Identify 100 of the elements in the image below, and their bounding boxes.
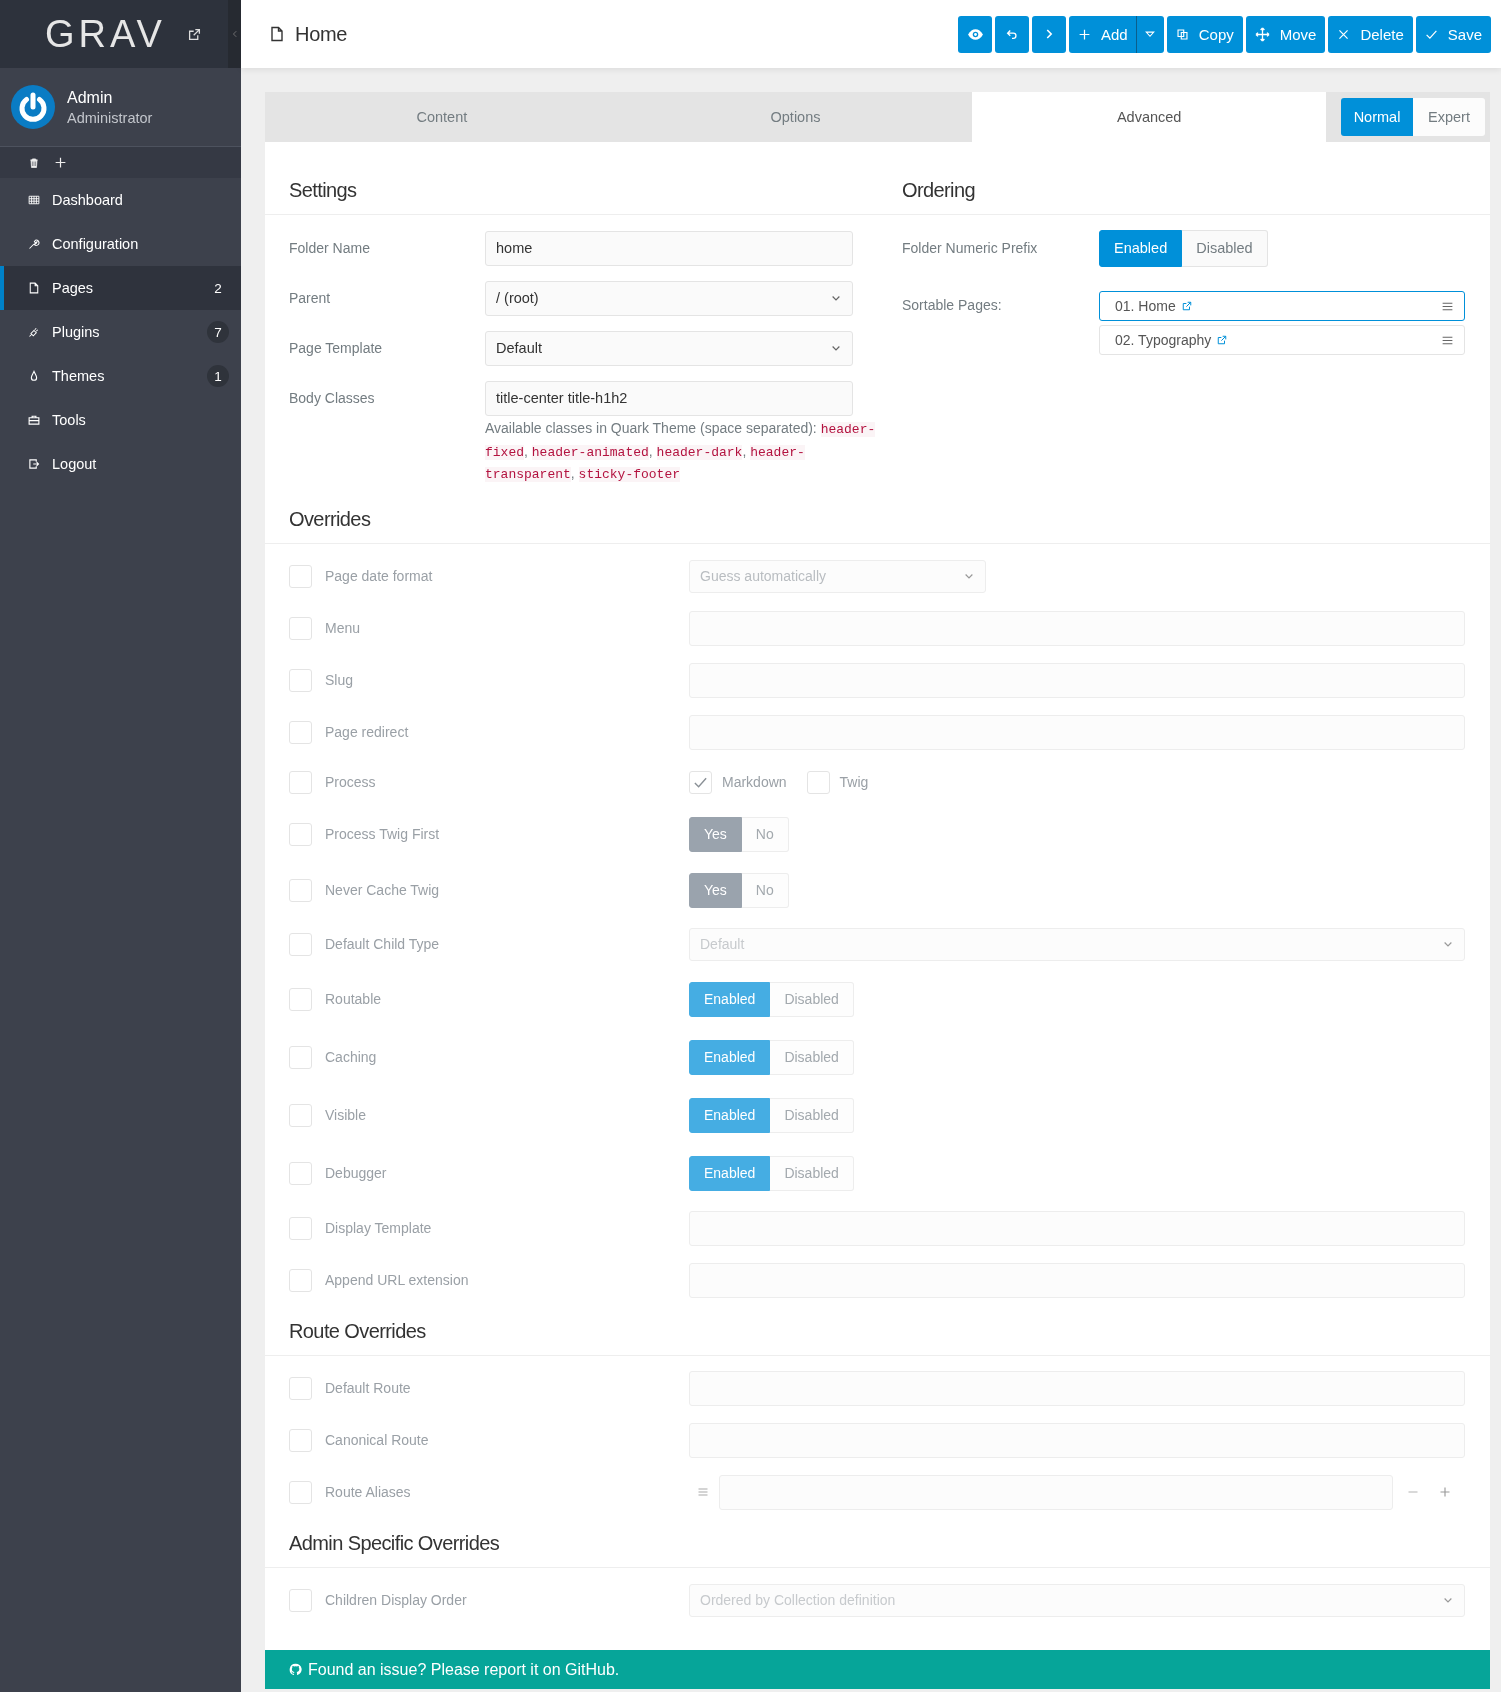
- count-badge: 7: [207, 321, 229, 343]
- toggle-option[interactable]: Enabled: [689, 1155, 771, 1191]
- field-label: Routable: [325, 991, 383, 1007]
- toggle-option[interactable]: Disabled: [1182, 229, 1268, 267]
- text-field[interactable]: title-center title-h1h2: [485, 380, 853, 416]
- tab[interactable]: Content: [265, 92, 619, 142]
- toggle-option[interactable]: Yes: [689, 872, 742, 908]
- checkbox[interactable]: [289, 1216, 312, 1240]
- field-label: Default Child Type: [325, 936, 441, 952]
- move-button[interactable]: Move: [1245, 15, 1326, 53]
- trash-button[interactable]: [28, 156, 40, 169]
- toggle-option[interactable]: Enabled: [1099, 229, 1183, 267]
- copy-icon: [1175, 27, 1189, 41]
- field-label: Folder Name: [289, 240, 371, 256]
- next-button[interactable]: [1032, 15, 1066, 53]
- save-button[interactable]: Save: [1415, 15, 1491, 53]
- toggle-option[interactable]: No: [741, 872, 789, 908]
- text-field[interactable]: home: [485, 230, 853, 266]
- checkbox[interactable]: [289, 1268, 312, 1292]
- nav-item[interactable]: Pages 2: [0, 266, 241, 310]
- section-heading: Settings: [289, 178, 357, 202]
- tab[interactable]: Advanced: [972, 92, 1326, 142]
- select-field[interactable]: Guess automatically: [689, 559, 986, 593]
- field-label: Page redirect: [325, 724, 410, 740]
- checkbox[interactable]: [289, 1588, 312, 1612]
- toggle-option[interactable]: Enabled: [689, 1097, 771, 1133]
- nav-item[interactable]: Dashboard: [0, 178, 241, 222]
- field-label: Page date format: [325, 568, 434, 584]
- toggle-option[interactable]: Enabled: [689, 1039, 771, 1075]
- checkbox[interactable]: [289, 1045, 312, 1069]
- field-label: Debugger: [325, 1165, 388, 1181]
- page-title: Home: [295, 22, 349, 46]
- drop-icon: [28, 370, 40, 382]
- close-icon: [1337, 27, 1351, 41]
- nav-item[interactable]: Tools: [0, 398, 241, 442]
- count-badge: 1: [207, 365, 229, 387]
- undo-icon: [1005, 27, 1019, 41]
- plug-icon: [28, 326, 40, 338]
- mode-toggle[interactable]: Normal: [1341, 98, 1413, 136]
- select-field[interactable]: Default: [485, 330, 853, 366]
- caret-icon: [1144, 28, 1157, 40]
- logout-icon: [28, 458, 40, 470]
- nav-item[interactable]: Plugins 7: [0, 310, 241, 354]
- nav-item[interactable]: Themes 1: [0, 354, 241, 398]
- field-label: Visible: [325, 1107, 367, 1123]
- nav-item[interactable]: Configuration: [0, 222, 241, 266]
- move-icon: [1254, 26, 1270, 42]
- toggle-option[interactable]: Disabled: [770, 1039, 854, 1075]
- checkbox[interactable]: [289, 1428, 312, 1452]
- checkbox[interactable]: [289, 1161, 312, 1185]
- field-label: Folder Numeric Prefix: [902, 240, 1039, 256]
- toggle-option[interactable]: No: [741, 816, 789, 852]
- field-label: Display Template: [325, 1220, 433, 1236]
- dropdown-button[interactable]: [1135, 15, 1164, 53]
- preview-button[interactable]: [958, 15, 992, 53]
- field-label: Page Template: [289, 340, 384, 356]
- collapse-button[interactable]: [228, 0, 241, 68]
- add-button[interactable]: Add: [1069, 15, 1136, 53]
- checkbox[interactable]: [289, 1480, 312, 1504]
- toggle-option[interactable]: Disabled: [770, 1155, 854, 1191]
- toggle-option[interactable]: Yes: [689, 816, 742, 852]
- sortable-item[interactable]: 01. Home: [1099, 291, 1465, 321]
- delete-button[interactable]: Delete: [1328, 15, 1413, 53]
- toggle-option[interactable]: Enabled: [689, 981, 771, 1017]
- section-heading: Overrides: [289, 507, 371, 531]
- checkbox[interactable]: [289, 668, 312, 692]
- mode-toggle[interactable]: Expert: [1413, 98, 1485, 136]
- tab[interactable]: Options: [618, 92, 973, 142]
- nav-item[interactable]: Logout: [0, 442, 241, 486]
- checkbox[interactable]: [289, 616, 312, 640]
- checkbox[interactable]: [289, 878, 312, 902]
- toggle-option[interactable]: Disabled: [770, 981, 854, 1017]
- plus-icon: [1439, 1486, 1451, 1498]
- checkbox[interactable]: [806, 770, 830, 794]
- checkbox[interactable]: [289, 1103, 312, 1127]
- checkbox[interactable]: [289, 987, 312, 1011]
- field-label: Menu: [325, 620, 362, 636]
- toolbox-icon: [28, 414, 40, 426]
- file-icon: [269, 26, 285, 42]
- trash-icon: [28, 156, 40, 169]
- select-field[interactable]: / (root): [485, 280, 853, 316]
- sortable-item[interactable]: 02. Typography: [1099, 325, 1465, 355]
- checkbox[interactable]: [289, 720, 312, 744]
- field-label: Route Aliases: [325, 1484, 412, 1500]
- checkbox[interactable]: [289, 1376, 312, 1400]
- checkbox[interactable]: [289, 822, 312, 846]
- toggle-option[interactable]: Disabled: [770, 1097, 854, 1133]
- field-label: Parent: [289, 290, 332, 306]
- power-icon[interactable]: [11, 85, 55, 129]
- page-name: 02. Typography: [1115, 332, 1212, 348]
- drag-handle-icon: [697, 1486, 709, 1498]
- logo[interactable]: GRAV: [45, 15, 166, 53]
- copy-button[interactable]: Copy: [1166, 15, 1243, 53]
- checkbox[interactable]: [689, 770, 712, 794]
- checkbox[interactable]: [289, 564, 312, 588]
- checkbox[interactable]: [289, 932, 312, 956]
- user-name: Admin: [67, 88, 114, 107]
- field-label: Process Twig First: [325, 826, 441, 842]
- back-button[interactable]: [995, 15, 1029, 53]
- checkbox[interactable]: [289, 770, 312, 794]
